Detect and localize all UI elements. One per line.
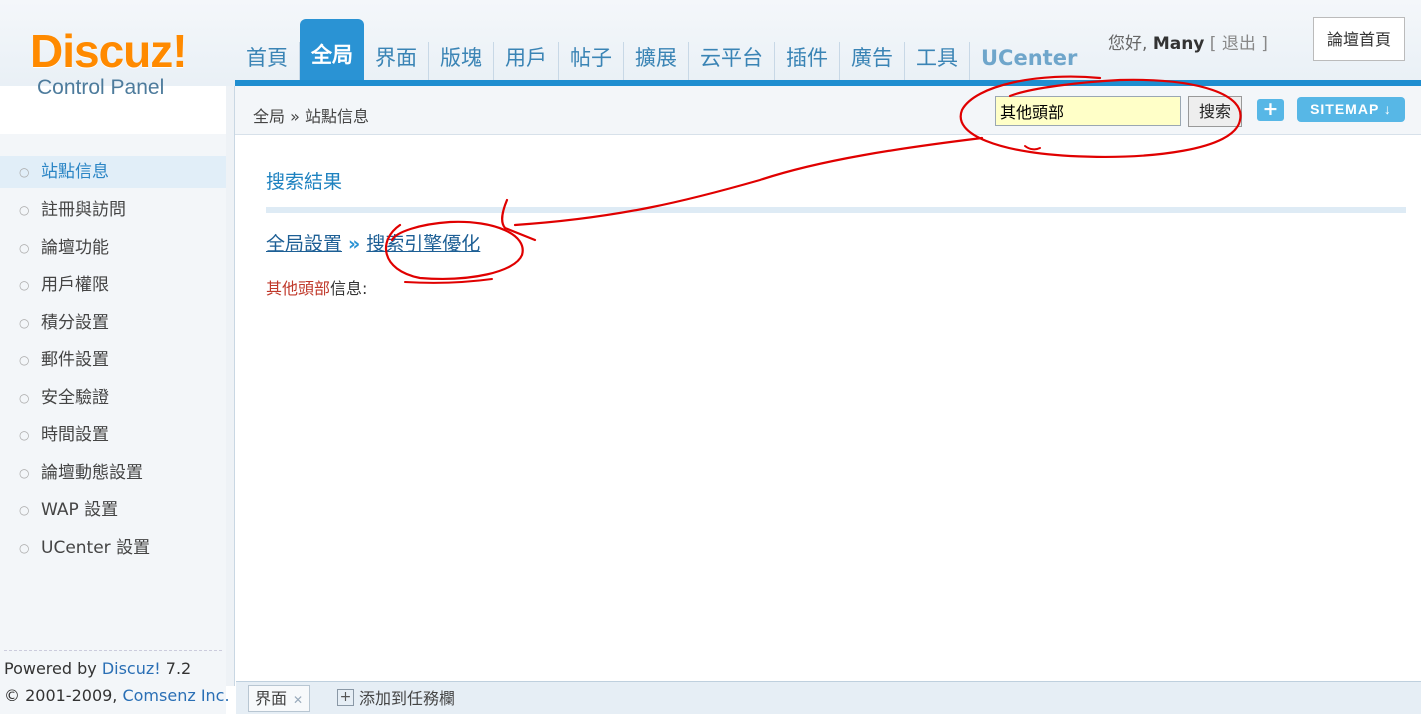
nav-home[interactable]: 首頁 — [235, 42, 300, 80]
sidebar-item-mail[interactable]: ○ 郵件設置 — [0, 344, 226, 376]
powered-prefix: Powered by — [4, 659, 102, 678]
add-to-taskbar-button[interactable]: + 添加到任務欄 — [337, 686, 455, 711]
bullet-icon: ○ — [19, 391, 30, 405]
nav-ucenter[interactable]: UCenter — [970, 42, 1088, 80]
bracket-open: [ — [1209, 34, 1217, 54]
logout-link[interactable]: 退出 — [1222, 34, 1256, 54]
sub-toolbar: 全局 » 站點信息 搜索 + SITEMAP ↓ — [235, 86, 1421, 135]
plus-icon: + — [337, 689, 354, 706]
sidebar-item-forum-feeds[interactable]: ○ 論壇動態設置 — [0, 457, 226, 489]
result-description: 其他頭部信息: — [266, 275, 367, 299]
sidebar-divider — [226, 86, 235, 686]
sidebar-item-label: 用戶權限 — [41, 275, 109, 295]
nav-ads[interactable]: 廣告 — [840, 42, 905, 80]
result-desc-rest: 信息: — [330, 279, 368, 298]
sidebar-item-label: 註冊與訪問 — [41, 200, 126, 220]
forum-home-link[interactable]: 論壇首頁 — [1313, 17, 1405, 61]
sidebar-item-credits[interactable]: ○ 積分設置 — [0, 307, 226, 339]
bullet-icon: ○ — [19, 165, 30, 179]
sidebar-item-security[interactable]: ○ 安全驗證 — [0, 382, 226, 414]
path-separator: » — [348, 233, 361, 255]
bullet-icon: ○ — [19, 316, 30, 330]
sidebar-item-label: 時間設置 — [41, 425, 109, 445]
sitemap-button[interactable]: SITEMAP ↓ — [1297, 97, 1405, 122]
sidebar-item-forum-features[interactable]: ○ 論壇功能 — [0, 232, 226, 264]
main-content: 搜索結果 全局設置 » 搜索引擎優化 其他頭部信息: — [236, 135, 1421, 680]
search-input[interactable] — [995, 96, 1181, 126]
comsenz-link[interactable]: Comsenz Inc. — [122, 686, 229, 705]
nav-users[interactable]: 用戶 — [494, 42, 559, 80]
sidebar-item-user-permissions[interactable]: ○ 用戶權限 — [0, 269, 226, 301]
sidebar-item-time[interactable]: ○ 時間設置 — [0, 419, 226, 451]
top-nav: 首頁 全局 界面 版塊 用戶 帖子 擴展 云平台 插件 廣告 工具 UCente… — [235, 19, 1088, 80]
sidebar-item-label: 論壇功能 — [41, 238, 109, 258]
username: Many — [1152, 34, 1205, 54]
nav-posts[interactable]: 帖子 — [559, 42, 624, 80]
bullet-icon: ○ — [19, 503, 30, 517]
result-link-seo[interactable]: 搜索引擎優化 — [366, 233, 480, 255]
sidebar-item-site-info[interactable]: ○ 站點信息 — [0, 156, 226, 188]
logo-brand: Discuz! — [30, 25, 188, 77]
sidebar-item-label: 積分設置 — [41, 313, 109, 333]
discuz-link[interactable]: Discuz! — [102, 659, 161, 678]
result-link-global-settings[interactable]: 全局設置 — [266, 233, 342, 255]
add-shortcut-button[interactable]: + — [1257, 99, 1284, 121]
sidebar-item-ucenter[interactable]: ○ UCenter 設置 — [0, 532, 226, 564]
sidebar-item-label: UCenter 設置 — [41, 538, 151, 558]
logo-subtitle: Control Panel — [37, 76, 165, 99]
title-divider — [266, 207, 1406, 213]
breadcrumb: 全局 » 站點信息 — [253, 107, 369, 126]
greeting: 您好, — [1108, 34, 1148, 54]
sidebar-item-label: 站點信息 — [41, 162, 109, 182]
sidebar-item-label: 安全驗證 — [41, 388, 109, 408]
search-button[interactable]: 搜索 — [1188, 96, 1242, 127]
bullet-icon: ○ — [19, 428, 30, 442]
sidebar-item-registration[interactable]: ○ 註冊與訪問 — [0, 194, 226, 226]
bullet-icon: ○ — [19, 541, 30, 555]
nav-global[interactable]: 全局 — [300, 19, 364, 80]
nav-tools[interactable]: 工具 — [905, 42, 970, 80]
nav-extensions[interactable]: 擴展 — [624, 42, 689, 80]
taskbar-tab-label: 界面 — [255, 689, 288, 708]
header: Discuz! Control Panel 首頁 全局 界面 版塊 用戶 帖子 … — [0, 0, 1421, 99]
footer-divider — [4, 650, 222, 651]
add-to-taskbar-label: 添加到任務欄 — [359, 689, 456, 708]
nav-interface[interactable]: 界面 — [364, 42, 429, 80]
bullet-icon: ○ — [19, 203, 30, 217]
footer-info: Powered by Discuz! 7.2 © 2001-2009, Coms… — [4, 655, 230, 709]
nav-plugins[interactable]: 插件 — [775, 42, 840, 80]
copyright: © 2001-2009, Comsenz Inc. — [4, 682, 230, 709]
result-path: 全局設置 » 搜索引擎優化 — [266, 229, 480, 256]
sidebar-item-wap[interactable]: ○ WAP 設置 — [0, 494, 226, 526]
result-highlight: 其他頭部 — [266, 279, 331, 298]
discuz-logo[interactable]: Discuz! Control Panel — [30, 25, 188, 100]
page-title: 搜索結果 — [266, 171, 343, 193]
close-icon[interactable]: ✕ — [293, 693, 303, 707]
sidebar-item-label: 論壇動態設置 — [41, 463, 143, 483]
powered-by: Powered by Discuz! 7.2 — [4, 655, 230, 682]
copyright-prefix: © 2001-2009, — [4, 686, 123, 705]
bullet-icon: ○ — [19, 466, 30, 480]
bracket-close: ] — [1261, 34, 1268, 54]
taskbar: 界面 ✕ + 添加到任務欄 — [236, 681, 1421, 714]
taskbar-tab-interface[interactable]: 界面 ✕ — [248, 685, 311, 712]
nav-cloud[interactable]: 云平台 — [689, 42, 775, 80]
sidebar-item-label: 郵件設置 — [41, 350, 109, 370]
nav-forums[interactable]: 版塊 — [429, 42, 494, 80]
user-info: 您好, Many [ 退出 ] — [1108, 29, 1268, 54]
bullet-icon: ○ — [19, 241, 30, 255]
sidebar-item-label: WAP 設置 — [41, 500, 119, 520]
version: 7.2 — [160, 659, 192, 678]
bullet-icon: ○ — [19, 353, 30, 367]
bullet-icon: ○ — [19, 278, 30, 292]
